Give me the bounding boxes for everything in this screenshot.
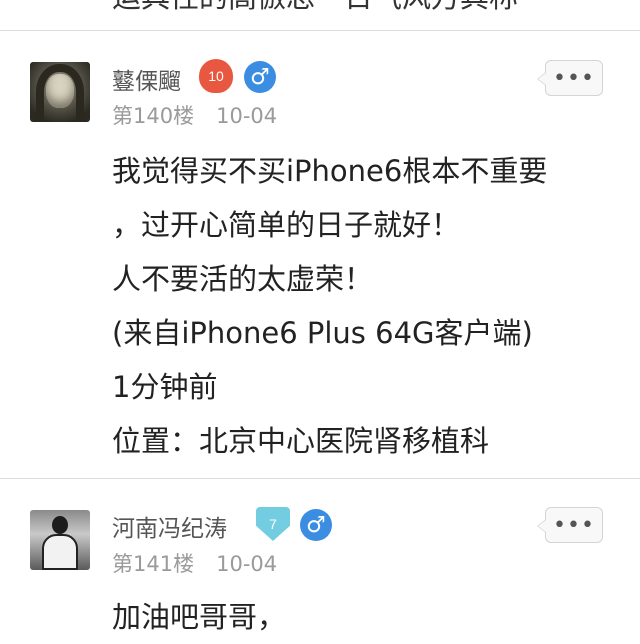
avatar[interactable] [30, 510, 90, 570]
content-line: 位置：北京中心医院肾移植科 [112, 424, 490, 458]
previous-post-text-partial: 运具性的高倣总一日气风万其称 [112, 0, 518, 16]
content-line: (来自iPhone6 Plus 64G客户端) [112, 316, 533, 350]
post-content: 加油吧哥哥， [112, 590, 286, 644]
more-options-button[interactable]: ••• [537, 507, 603, 543]
male-gender-icon: ♂ [244, 61, 276, 93]
post-content: 我觉得买不买iPhone6根本不重要 ，过开心简单的日子就好！ 人不要活的太虚荣… [112, 144, 547, 468]
level-badge: 10 [199, 59, 233, 93]
content-line: 1分钟前 [112, 370, 218, 404]
post-date: 10-04 [216, 552, 278, 576]
content-line: 我觉得买不买iPhone6根本不重要 [112, 154, 548, 188]
avatar[interactable] [30, 62, 90, 122]
floor-number: 第141楼 [112, 552, 195, 576]
floor-number: 第140楼 [112, 104, 195, 128]
more-options-button[interactable]: ••• [537, 60, 603, 96]
post-meta: 第141楼 10-04 [112, 548, 277, 578]
username[interactable]: 河南冯纪涛 [112, 509, 227, 543]
post-divider [0, 30, 640, 31]
post-divider [0, 478, 640, 479]
level-badge: 7 [256, 507, 290, 541]
content-line: 加油吧哥哥， [112, 600, 287, 634]
male-gender-icon: ♂ [300, 509, 332, 541]
username[interactable]: 鼟傈飀 [112, 62, 181, 96]
content-line: 人不要活的太虚荣！ [112, 262, 374, 296]
content-line: ，过开心简单的日子就好！ [112, 208, 461, 242]
post-meta: 第140楼 10-04 [112, 100, 277, 130]
post-date: 10-04 [216, 104, 278, 128]
